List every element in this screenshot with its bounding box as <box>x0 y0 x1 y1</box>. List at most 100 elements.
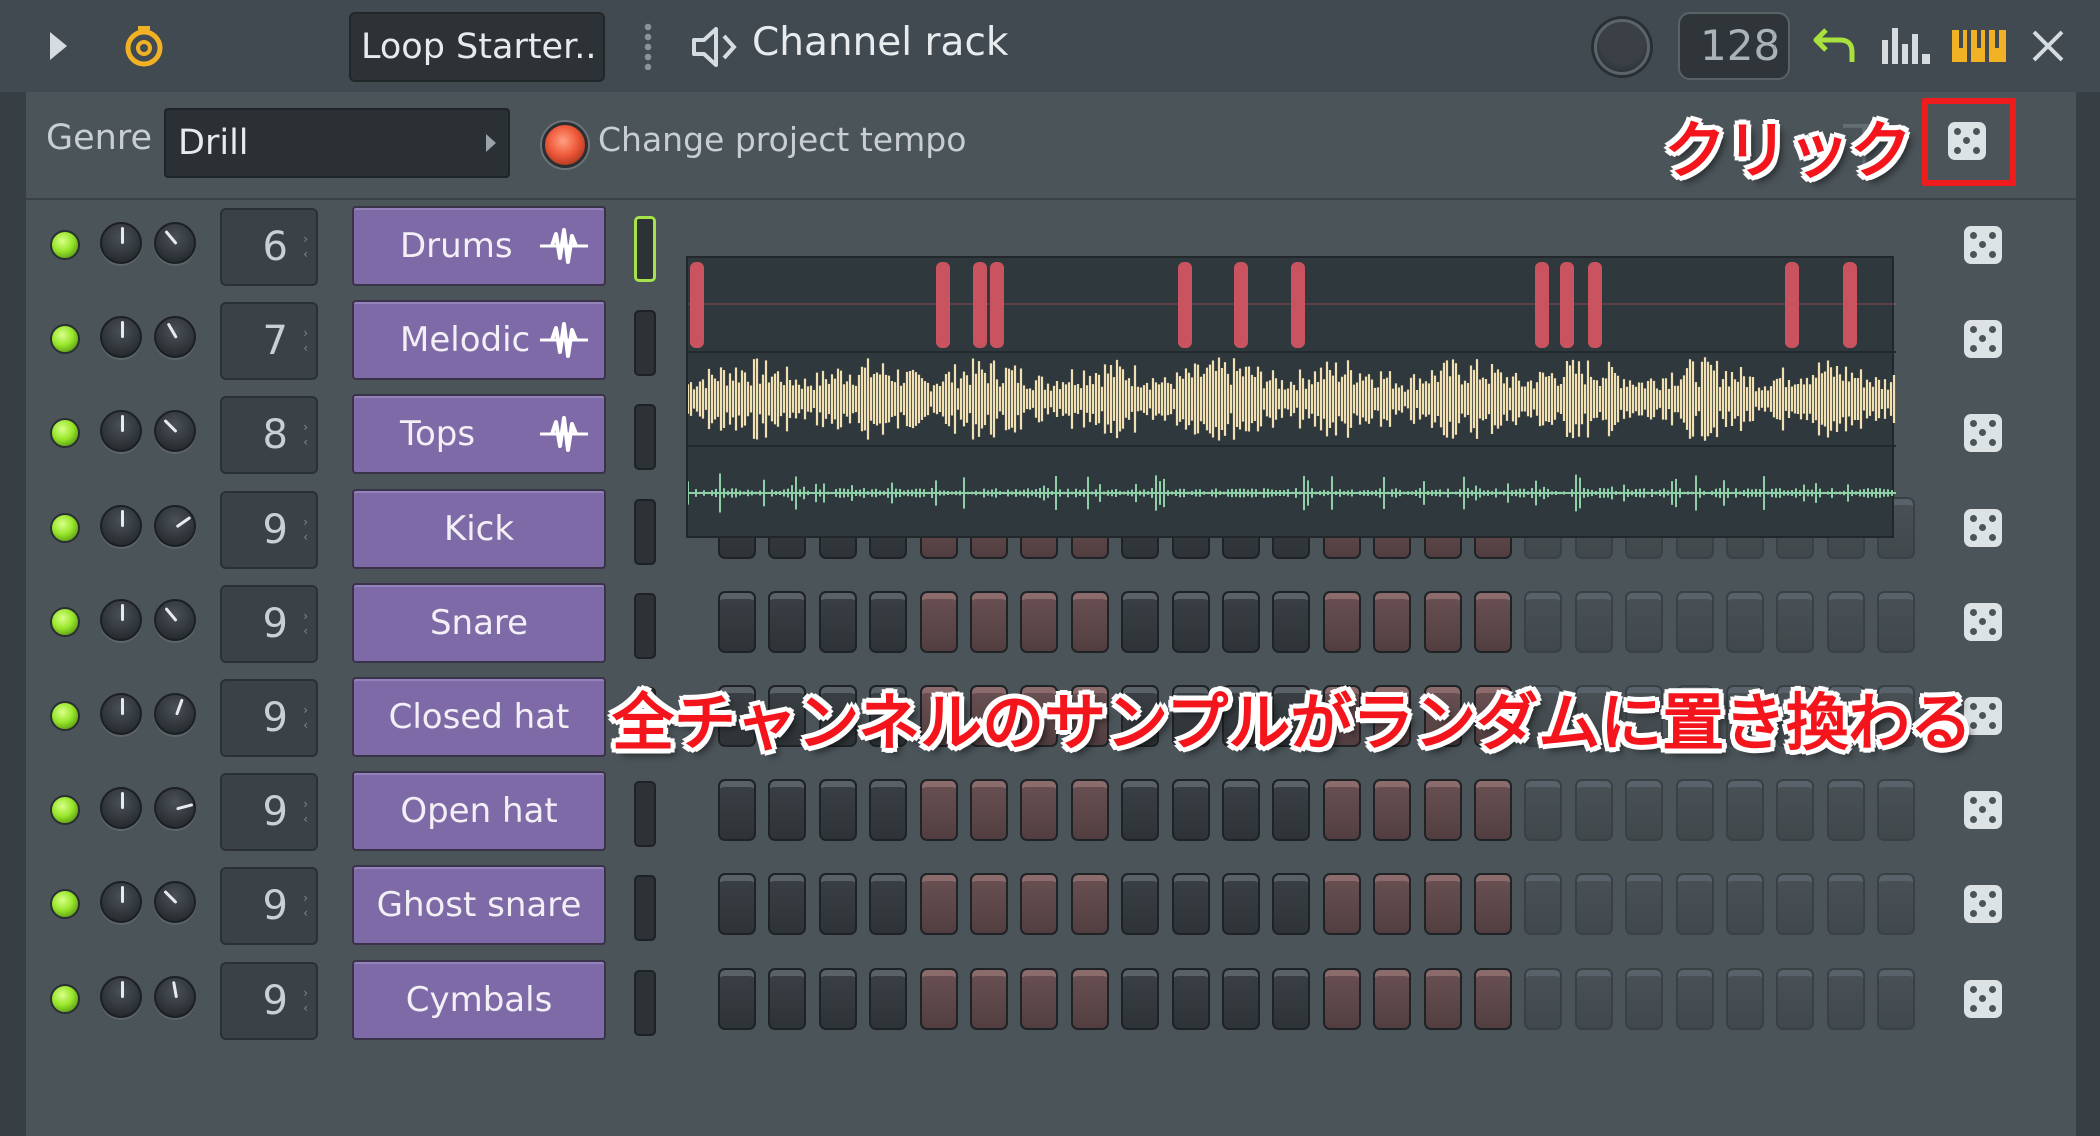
step-button[interactable] <box>1625 590 1664 653</box>
volume-knob[interactable] <box>100 881 142 924</box>
pan-knob[interactable] <box>154 222 196 264</box>
step-button[interactable] <box>718 590 756 653</box>
step-button[interactable] <box>1675 779 1714 842</box>
step-button[interactable] <box>1675 590 1714 653</box>
step-button[interactable] <box>1171 590 1210 653</box>
step-button[interactable] <box>1726 779 1764 842</box>
step-button[interactable] <box>919 779 958 842</box>
step-button[interactable] <box>1322 779 1361 842</box>
step-button[interactable] <box>1272 590 1311 653</box>
step-button[interactable] <box>1070 873 1109 936</box>
channel-mute-led[interactable] <box>50 983 80 1014</box>
step-button[interactable] <box>1877 967 1916 1030</box>
channel-select-indicator[interactable] <box>634 216 656 282</box>
step-button[interactable] <box>1877 873 1916 936</box>
step-button[interactable] <box>869 967 908 1030</box>
dice-icon[interactable] <box>1964 979 2002 1018</box>
step-button[interactable] <box>1222 590 1260 653</box>
step-button[interactable] <box>869 779 908 842</box>
mixer-track-number[interactable]: 8 › ‹ <box>220 396 318 475</box>
step-button[interactable] <box>1373 873 1412 936</box>
step-button[interactable] <box>1675 873 1714 936</box>
pan-knob[interactable] <box>154 693 196 735</box>
channel-mute-led[interactable] <box>50 512 80 543</box>
channel-mute-led[interactable] <box>50 230 80 260</box>
mixer-track-number[interactable]: 9 › ‹ <box>220 584 318 663</box>
step-button[interactable] <box>1322 967 1361 1030</box>
step-button[interactable] <box>1524 590 1563 653</box>
channel-mute-led[interactable] <box>50 324 80 355</box>
genre-select[interactable]: Drill <box>164 108 510 178</box>
step-button[interactable] <box>1423 779 1462 842</box>
dice-icon[interactable] <box>1964 320 2002 359</box>
step-button[interactable] <box>970 590 1008 653</box>
step-button[interactable] <box>1373 590 1412 653</box>
master-knob[interactable] <box>1594 19 1650 75</box>
step-button[interactable] <box>1020 590 1059 653</box>
step-button[interactable] <box>768 590 807 653</box>
step-button[interactable] <box>1373 779 1412 842</box>
step-button[interactable] <box>768 779 807 842</box>
channel-button[interactable]: Snare <box>352 582 606 663</box>
volume-knob[interactable] <box>100 316 142 359</box>
step-button[interactable] <box>1474 779 1512 842</box>
channel-button[interactable]: Drums <box>352 206 606 286</box>
channel-mute-led[interactable] <box>50 889 80 920</box>
step-button[interactable] <box>1877 779 1916 842</box>
step-button[interactable] <box>869 590 908 653</box>
play-icon[interactable] <box>50 32 67 60</box>
grip-handle[interactable] <box>644 22 652 70</box>
step-button[interactable] <box>1474 967 1512 1030</box>
mixer-track-number[interactable]: 6 › ‹ <box>220 208 318 286</box>
channel-button[interactable]: Closed hat <box>352 677 606 757</box>
dice-icon[interactable] <box>1964 791 2002 830</box>
pan-knob[interactable] <box>154 975 196 1018</box>
channel-mute-led[interactable] <box>50 795 80 826</box>
channel-mute-led[interactable] <box>50 418 80 449</box>
step-button[interactable] <box>1373 967 1412 1030</box>
mixer-track-number[interactable]: 9 › ‹ <box>220 679 318 757</box>
channel-select-indicator[interactable] <box>634 875 656 942</box>
channel-select-indicator[interactable] <box>634 404 656 471</box>
dice-icon[interactable] <box>1964 414 2002 453</box>
step-button[interactable] <box>1272 873 1311 936</box>
volume-knob[interactable] <box>100 410 142 453</box>
step-button[interactable] <box>1524 873 1563 936</box>
pan-knob[interactable] <box>154 504 196 547</box>
channel-button[interactable]: Open hat <box>352 771 606 852</box>
step-button[interactable] <box>1423 590 1462 653</box>
pan-knob[interactable] <box>154 316 196 359</box>
step-button[interactable] <box>1020 779 1059 842</box>
step-button[interactable] <box>1524 967 1563 1030</box>
undo-icon[interactable] <box>1812 22 1858 68</box>
channel-mute-led[interactable] <box>50 606 80 637</box>
step-button[interactable] <box>1625 779 1664 842</box>
piano-icon[interactable] <box>1952 30 2006 62</box>
pan-knob[interactable] <box>154 787 196 830</box>
change-tempo-toggle[interactable] <box>542 122 588 168</box>
volume-knob[interactable] <box>100 504 142 547</box>
step-button[interactable] <box>1826 873 1865 936</box>
step-button[interactable] <box>1070 779 1109 842</box>
step-button[interactable] <box>1574 779 1613 842</box>
step-button[interactable] <box>919 590 958 653</box>
step-button[interactable] <box>1826 779 1865 842</box>
step-button[interactable] <box>1726 590 1764 653</box>
step-button[interactable] <box>1020 873 1059 936</box>
step-button[interactable] <box>1070 590 1109 653</box>
step-button[interactable] <box>1322 873 1361 936</box>
volume-knob[interactable] <box>100 598 142 641</box>
step-button[interactable] <box>818 590 857 653</box>
step-button[interactable] <box>1625 873 1664 936</box>
step-button[interactable] <box>1322 590 1361 653</box>
step-button[interactable] <box>1222 873 1260 936</box>
step-button[interactable] <box>1574 590 1613 653</box>
step-button[interactable] <box>1776 967 1815 1030</box>
pan-knob[interactable] <box>154 881 196 924</box>
step-button[interactable] <box>1726 967 1764 1030</box>
step-button[interactable] <box>1171 779 1210 842</box>
step-button[interactable] <box>718 967 756 1030</box>
dice-icon[interactable] <box>1964 508 2002 547</box>
mixer-track-number[interactable]: 9 › ‹ <box>220 961 318 1040</box>
step-button[interactable] <box>919 967 958 1030</box>
